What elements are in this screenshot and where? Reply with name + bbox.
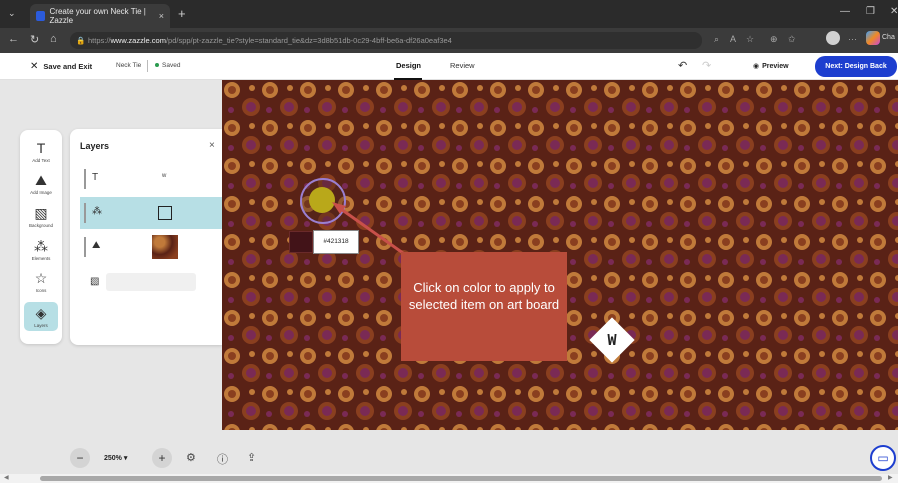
monogram-letter: W <box>607 331 617 349</box>
zoom-in-button[interactable]: + <box>152 448 172 468</box>
zoom-out-button[interactable]: − <box>70 448 90 468</box>
settings-icon[interactable]: ⚙ <box>186 451 196 464</box>
scroll-left-icon[interactable]: ◀ <box>4 474 9 481</box>
help-icon[interactable]: ⓘ <box>217 451 228 467</box>
zoom-value: 250% <box>104 455 122 462</box>
callout-arrow <box>332 202 411 260</box>
zoom-select[interactable]: 250% ▾ <box>104 454 127 462</box>
instruction-callout: Click on color to apply to selected item… <box>401 252 567 361</box>
scrollbar-thumb[interactable] <box>40 476 882 481</box>
chat-icon[interactable]: ▭ <box>870 445 896 471</box>
share-icon[interactable]: ⇪ <box>247 451 256 464</box>
scroll-right-icon[interactable]: ▶ <box>888 474 893 481</box>
horizontal-scrollbar[interactable]: ◀ ▶ <box>0 474 898 483</box>
